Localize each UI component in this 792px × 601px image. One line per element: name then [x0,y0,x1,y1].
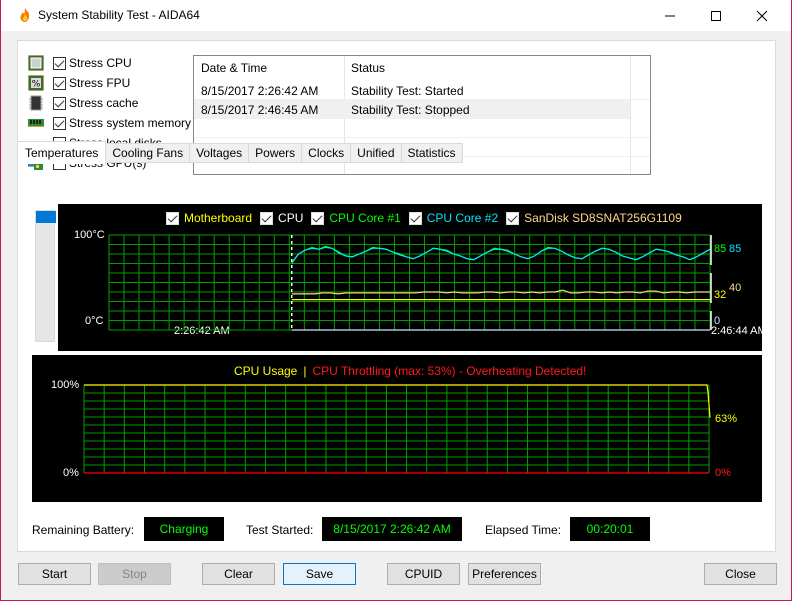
test-started-label: Test Started: [246,523,314,537]
tab-statistics[interactable]: Statistics [401,143,463,163]
memory-module-icon [28,119,44,127]
tab-voltages[interactable]: Voltages [190,143,250,163]
stress-cache-label: Stress cache [69,96,139,110]
test-started-value: 8/15/2017 2:26:42 AM [322,517,462,541]
log-column-datetime[interactable]: Date & Time [201,61,267,75]
tab-clocks[interactable]: Clocks [302,143,352,163]
log-row-status: Stability Test: Stopped [351,103,470,117]
battery-value: Charging [144,517,224,541]
log-row-empty [194,119,650,138]
log-row-status: Stability Test: Started [351,84,464,98]
cpu-usage-chart: CPU Usage | CPU Throttling (max: 53%) - … [32,355,762,502]
preferences-button[interactable]: Preferences [468,563,541,585]
stress-cache-option[interactable]: Stress cache [28,93,138,113]
title-bar: System Stability Test - AIDA64 [1,0,791,31]
cpu-chip-icon [28,55,44,71]
log-row[interactable]: 8/15/2017 2:46:45 AM Stability Test: Sto… [194,100,630,119]
minimize-icon [665,15,675,16]
elapsed-time-value: 00:20:01 [570,517,650,541]
minimize-button[interactable] [647,0,693,31]
log-row-datetime: 8/15/2017 2:26:42 AM [201,84,319,98]
fpu-chip-icon: % [28,75,44,91]
window-title: System Stability Test - AIDA64 [38,8,200,22]
stress-cache-checkbox[interactable] [53,96,66,110]
maximize-icon [711,10,721,21]
log-header: Date & Time Status [194,56,650,81]
cpuid-button[interactable]: CPUID [387,563,460,585]
series-cpu-core-2 [291,246,711,263]
tab-temperatures[interactable]: Temperatures [17,141,107,164]
stress-cpu-checkbox[interactable] [53,56,66,70]
graph-tabs: Temperatures Cooling Fans Voltages Power… [17,141,463,164]
temperature-plot [108,234,712,331]
stress-memory-checkbox[interactable] [53,116,66,130]
stress-cpu-option[interactable]: Stress CPU [28,53,132,73]
cache-chip-icon [29,95,43,111]
sensor-scrollbar[interactable] [35,210,56,342]
elapsed-time-label: Elapsed Time: [485,523,562,537]
log-row-datetime: 8/15/2017 2:46:45 AM [201,103,319,117]
close-icon [756,10,768,21]
temperature-chart: Motherboard CPU CPU Core #1 CPU Core #2 … [58,204,767,351]
clear-button[interactable]: Clear [202,563,275,585]
stress-cpu-label: Stress CPU [69,56,132,70]
tab-cooling-fans[interactable]: Cooling Fans [106,143,191,163]
scrollbar-thumb[interactable] [36,211,56,223]
stress-fpu-option[interactable]: % Stress FPU [28,73,130,93]
log-column-status[interactable]: Status [351,61,385,75]
tab-powers[interactable]: Powers [249,143,303,163]
start-button[interactable]: Start [18,563,91,585]
svg-text:%: % [32,80,41,90]
maximize-button[interactable] [693,0,739,31]
log-row[interactable]: 8/15/2017 2:26:42 AM Stability Test: Sta… [194,81,650,100]
stress-fpu-checkbox[interactable] [53,76,66,90]
stop-button[interactable]: Stop [98,563,171,585]
stress-fpu-label: Stress FPU [69,76,131,90]
stress-memory-option[interactable]: Stress system memory [28,113,191,133]
stress-memory-label: Stress system memory [69,116,192,130]
close-window-button[interactable] [739,0,785,31]
close-button[interactable]: Close [704,563,777,585]
aida64-flame-icon [20,8,30,22]
cpu-usage-plot [83,384,711,474]
save-button[interactable]: Save [283,563,356,585]
tab-unified[interactable]: Unified [351,143,402,163]
aida64-stability-window: System Stability Test - AIDA64 Stress CP… [0,0,792,601]
battery-label: Remaining Battery: [32,523,135,537]
